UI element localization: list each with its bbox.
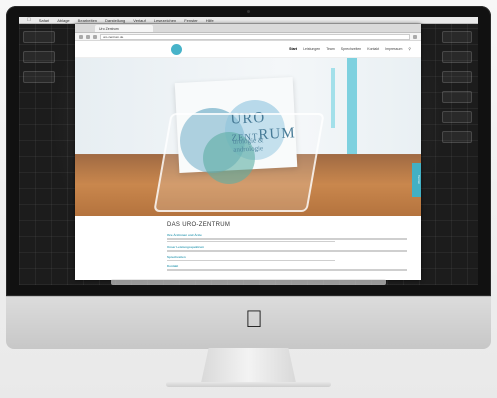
address-bar[interactable]: uro-zentrum.de (100, 33, 410, 40)
nav-kontakt[interactable]: Kontakt (367, 47, 379, 51)
desktop-icons-right (442, 31, 474, 151)
nav-team[interactable]: Team (326, 47, 335, 51)
paragraph-heading[interactable]: Unser Leistungsspektrum (167, 245, 407, 249)
monitor-bezel:  Safari Ablage Bearbeiten Darstellung V… (6, 6, 491, 296)
desktop-icon[interactable] (442, 51, 472, 63)
menu-item[interactable]: Ablage (57, 18, 69, 23)
site-navigation: Start Leistungen Team Sprechzeiten Konta… (289, 47, 411, 51)
desktop-wallpaper:  Safari Ablage Bearbeiten Darstellung V… (19, 17, 478, 285)
hero-slider: URO ZENTRUM urologie & andrologie Termin (75, 58, 421, 216)
reload-button[interactable] (93, 34, 97, 39)
desktop-icon[interactable] (23, 71, 55, 83)
browser-window: Uro Zentrum uro-zentrum.de Start Leistun… (75, 24, 421, 280)
content-paragraph: Unser Leistungsspektrum (167, 245, 407, 252)
menu-item[interactable]: Lesezeichen (154, 18, 176, 23)
content-paragraph: Ihre Ärztinnen und Ärzte (167, 233, 407, 242)
menu-item[interactable]: Fenster (184, 18, 198, 23)
paragraph-heading[interactable]: Sprechzeiten (167, 255, 407, 259)
address-toolbar: uro-zentrum.de (75, 33, 421, 41)
menu-button[interactable] (413, 34, 417, 39)
card-holder (153, 113, 325, 212)
background:  Safari Ablage Bearbeiten Darstellung V… (0, 0, 497, 398)
desktop-icon[interactable] (442, 91, 472, 103)
nav-impressum[interactable]: Impressum (385, 47, 402, 51)
site-header: Start Leistungen Team Sprechzeiten Konta… (75, 41, 421, 58)
desktop-icon[interactable] (442, 31, 472, 43)
imac-mockup:  Safari Ablage Bearbeiten Darstellung V… (6, 6, 491, 392)
text-line (167, 250, 407, 252)
menu-item[interactable]: Hilfe (206, 18, 214, 23)
tab-bar: Uro Zentrum (75, 24, 421, 33)
text-line (167, 238, 407, 240)
nav-sprechzeiten[interactable]: Sprechzeiten (341, 47, 361, 51)
menu-item[interactable]: Darstellung (105, 18, 125, 23)
hero-decor (331, 68, 335, 128)
forward-button[interactable] (86, 34, 90, 39)
desktop-icon[interactable] (442, 131, 472, 143)
site-logo[interactable] (171, 43, 182, 55)
content-title: DAS URO-ZENTRUM (167, 222, 231, 228)
camera (247, 10, 250, 13)
text-line (167, 259, 335, 261)
content-paragraph: Sprechzeiten (167, 255, 407, 261)
menu-item[interactable]: Safari (39, 18, 49, 23)
desktop-icons-left (23, 31, 63, 91)
menu-item[interactable]: Verlauf (133, 18, 145, 23)
screen:  Safari Ablage Bearbeiten Darstellung V… (19, 17, 478, 285)
apple-menu-icon[interactable]:  (27, 17, 31, 23)
nav-leistungen[interactable]: Leistungen (303, 47, 320, 51)
menu-bar:  Safari Ablage Bearbeiten Darstellung V… (19, 17, 478, 24)
side-tab[interactable]: Termin (412, 163, 421, 197)
desktop-icon[interactable] (23, 31, 55, 43)
back-button[interactable] (79, 34, 83, 39)
hero-decor (347, 58, 357, 154)
monitor-base (166, 382, 331, 387)
content-paragraph: Kontakt (167, 264, 407, 271)
desktop-icon[interactable] (23, 51, 55, 63)
nav-start[interactable]: Start (289, 47, 297, 51)
browser-tab[interactable]: Uro Zentrum (95, 25, 153, 32)
monitor-stand (201, 348, 296, 383)
page-content: DAS URO-ZENTRUM Ihre Ärztinnen und Ärzte… (75, 216, 421, 271)
paragraph-heading[interactable]: Ihre Ärztinnen und Ärzte (167, 233, 407, 237)
desktop-icon[interactable] (442, 111, 472, 123)
desktop-icon[interactable] (442, 71, 472, 83)
menu-item[interactable]: Bearbeiten (78, 18, 97, 23)
text-line (167, 269, 407, 271)
apple-logo-icon:  (244, 308, 264, 332)
dock (111, 279, 386, 285)
text-line (167, 240, 335, 242)
paragraph-heading[interactable]: Kontakt (167, 264, 407, 268)
search-icon[interactable]: ⚲ (408, 47, 411, 51)
